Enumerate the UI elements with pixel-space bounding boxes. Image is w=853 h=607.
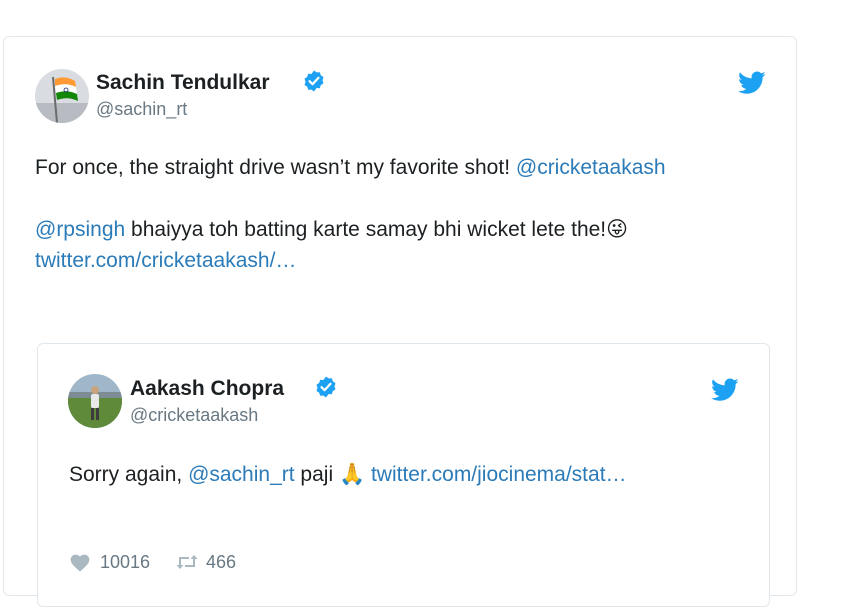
retweet-icon[interactable]	[175, 552, 199, 577]
main-tweet-text-2: bhaiyya toh batting karte samay bhi wick…	[125, 218, 607, 241]
sachin-handle[interactable]: @sachin_rt	[96, 99, 187, 120]
mention-rpsingh-link[interactable]: @rpsingh	[35, 218, 125, 241]
retweet-count: 466	[206, 552, 237, 572]
quoted-tweet-text: Sorry again,	[69, 463, 189, 486]
verified-badge-icon	[302, 69, 326, 98]
embedded-tweet-card: Sachin Tendulkar @sachin_rt For once, th…	[3, 36, 797, 607]
folded-hands-emoji: 🙏	[338, 463, 366, 486]
sachin-display-name[interactable]: Sachin Tendulkar	[96, 71, 270, 95]
twitter-bird-icon[interactable]	[711, 378, 739, 407]
aakash-display-name[interactable]: Aakash Chopra	[130, 377, 284, 401]
quoted-tweet-card[interactable]: Aakash Chopra @cricketaakash Sorry again…	[37, 343, 770, 607]
jiocinema-status-link[interactable]: twitter.com/jiocinema/stat…	[371, 463, 627, 486]
like-count: 10016	[100, 552, 151, 572]
mention-cricketaakash-link[interactable]: @cricketaakash	[516, 156, 666, 179]
main-tweet-text: For once, the straight drive wasn’t my f…	[35, 156, 516, 179]
main-tweet-line-2: @rpsingh bhaiyya toh batting karte samay…	[35, 217, 628, 242]
quoted-tweet-text-line: Sorry again, @sachin_rt paji 🙏 twitter.c…	[69, 463, 627, 487]
winking-tongue-emoji: 😜	[606, 218, 629, 241]
mention-sachin-link[interactable]: @sachin_rt	[188, 463, 295, 486]
sachin-avatar[interactable]	[35, 69, 89, 123]
main-tweet-line-1: For once, the straight drive wasn’t my f…	[35, 156, 666, 180]
main-tweet-line-3: twitter.com/cricketaakash/…	[35, 249, 296, 273]
verified-badge-icon	[314, 375, 338, 404]
aakash-avatar[interactable]	[68, 374, 122, 428]
twitter-bird-icon[interactable]	[738, 71, 766, 100]
heart-icon[interactable]	[69, 552, 91, 577]
quoted-tweet-text-mid: paji	[294, 463, 339, 486]
aakash-handle[interactable]: @cricketaakash	[130, 405, 258, 426]
quoted-tweet-url-link[interactable]: twitter.com/cricketaakash/…	[35, 249, 296, 272]
